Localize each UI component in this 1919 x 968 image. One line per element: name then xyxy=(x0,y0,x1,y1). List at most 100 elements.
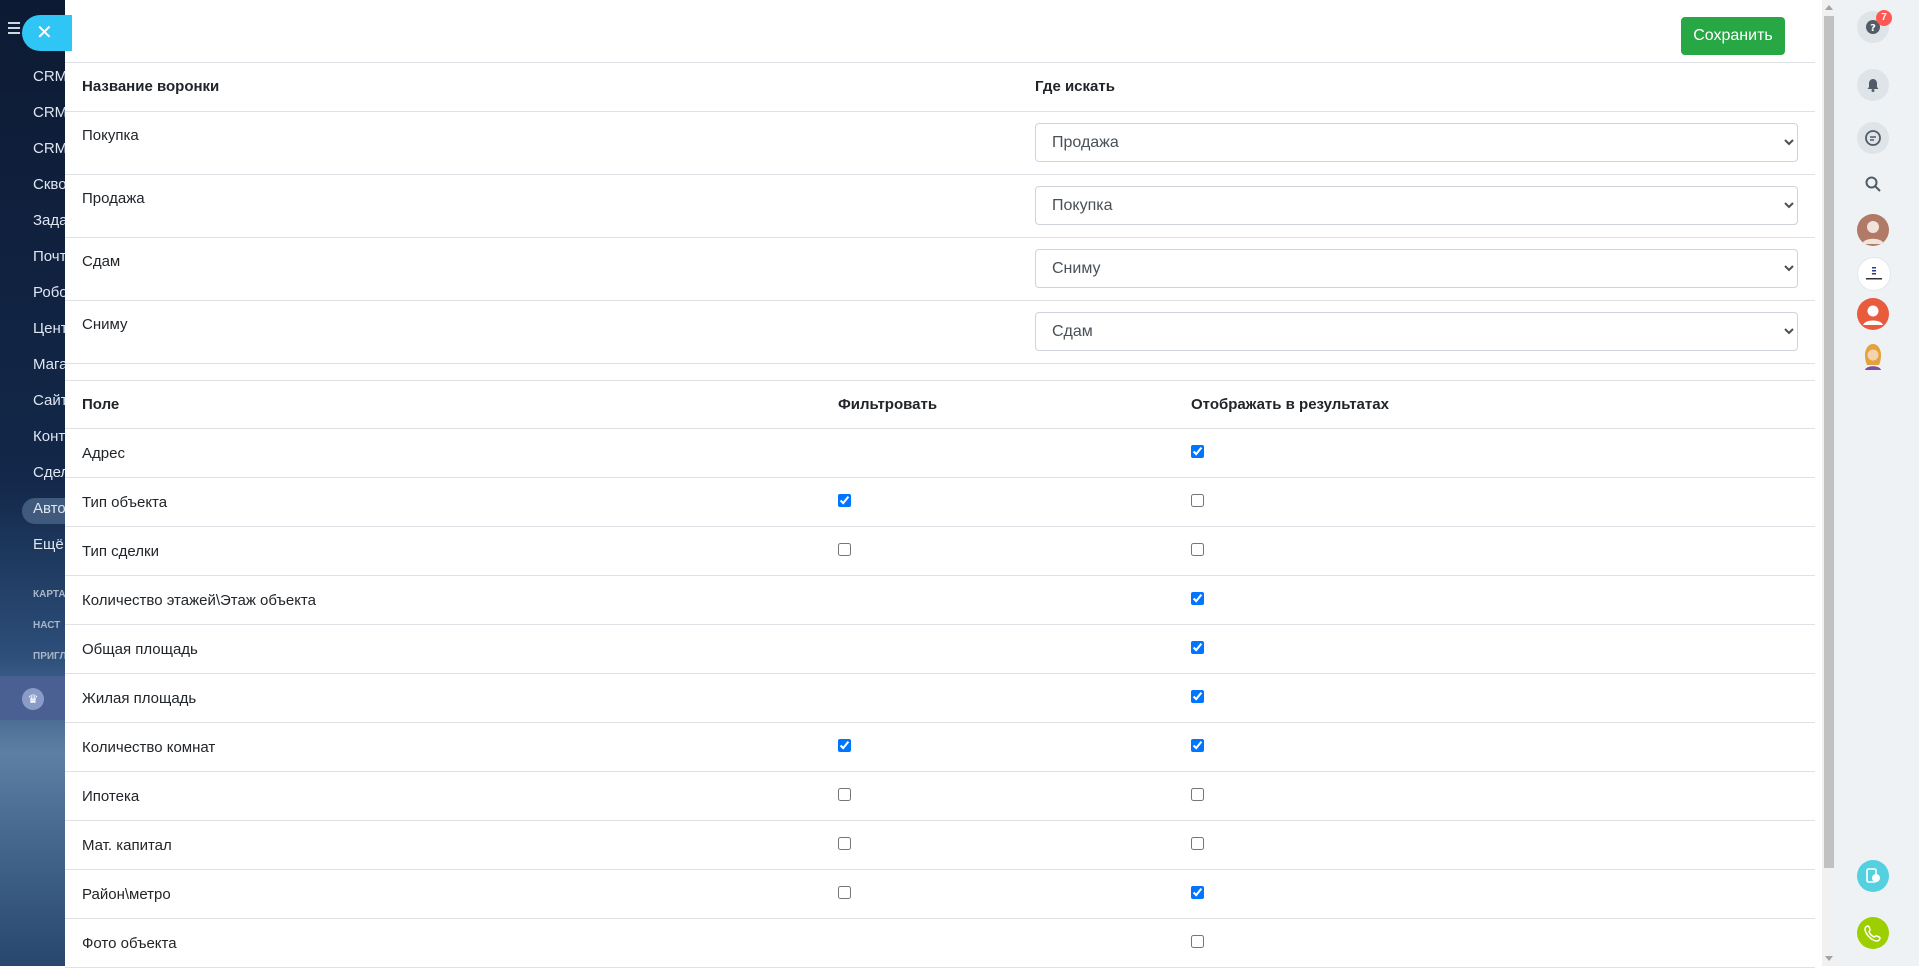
scrollbar-thumb[interactable] xyxy=(1824,16,1834,868)
field-name: Мат. капитал xyxy=(65,820,821,870)
display-checkbox[interactable] xyxy=(1191,689,1204,703)
table-row: Сниму Сдам xyxy=(65,300,1815,364)
sidebar-item[interactable]: CRM xyxy=(33,68,67,85)
filter-checkbox[interactable] xyxy=(838,787,851,801)
display-checkbox[interactable] xyxy=(1191,787,1204,801)
sidebar-small-item[interactable]: ПРИГЛ xyxy=(33,651,66,662)
search-icon[interactable] xyxy=(1857,168,1889,200)
sidebar-item[interactable]: Робо xyxy=(33,284,68,301)
display-cell xyxy=(1174,575,1815,625)
display-cell xyxy=(1174,428,1815,478)
close-slider-button[interactable]: ✕ xyxy=(22,15,72,51)
table-row: Адрес xyxy=(65,428,1815,478)
field-name: Жилая площадь xyxy=(65,673,821,723)
chat-icon[interactable] xyxy=(1857,122,1889,154)
sidebar-item[interactable]: Зада xyxy=(33,212,68,229)
avatar[interactable] xyxy=(1857,214,1889,246)
field-name: Тип сделки xyxy=(65,526,821,576)
where-select[interactable]: Сдам xyxy=(1035,311,1798,351)
display-checkbox[interactable] xyxy=(1191,640,1204,654)
column-header-field: Поле xyxy=(65,380,821,429)
vertical-scrollbar[interactable] xyxy=(1822,0,1836,966)
sidebar-item[interactable]: Сайт xyxy=(33,392,68,409)
display-checkbox[interactable] xyxy=(1191,542,1204,556)
column-header-where: Где искать xyxy=(1018,63,1815,112)
column-header-filter: Фильтровать xyxy=(821,380,1174,429)
table-row: Покупка Продажа xyxy=(65,111,1815,175)
sidebar-item[interactable]: Конт xyxy=(33,428,65,445)
filter-checkbox[interactable] xyxy=(838,542,851,556)
display-cell xyxy=(1174,673,1815,723)
display-cell xyxy=(1174,820,1815,870)
sidebar-item[interactable]: Цент xyxy=(33,320,68,337)
sidebar-item[interactable]: CRM xyxy=(33,104,67,121)
bell-icon[interactable] xyxy=(1857,69,1889,101)
scroll-up-arrow-icon[interactable] xyxy=(1825,5,1833,10)
sidebar-item[interactable]: Почт xyxy=(33,248,66,265)
table-row: Фото объекта xyxy=(65,918,1815,968)
notification-badge: 7 xyxy=(1876,10,1892,26)
company-logo[interactable] xyxy=(1857,257,1891,291)
sidebar-item[interactable]: Мага xyxy=(33,356,68,373)
sidebar-item[interactable]: Ещё xyxy=(33,536,64,553)
filter-checkbox[interactable] xyxy=(838,493,851,507)
funnel-name: Покупка xyxy=(65,111,1018,175)
user-icon[interactable] xyxy=(1857,298,1889,330)
display-checkbox[interactable] xyxy=(1191,738,1204,752)
sidebar-item[interactable]: Сдел xyxy=(33,464,69,481)
filter-checkbox[interactable] xyxy=(838,738,851,752)
panel-toolbar: Сохранить xyxy=(65,0,1815,63)
scroll-down-arrow-icon[interactable] xyxy=(1825,956,1833,961)
display-checkbox[interactable] xyxy=(1191,444,1204,458)
hamburger-menu-icon[interactable] xyxy=(8,22,20,34)
table-row: Количество этажей\Этаж объекта xyxy=(65,575,1815,625)
display-checkbox[interactable] xyxy=(1191,493,1204,507)
display-checkbox[interactable] xyxy=(1191,591,1204,605)
where-select[interactable]: Продажа xyxy=(1035,122,1798,162)
display-checkbox[interactable] xyxy=(1191,934,1204,948)
field-name: Общая площадь xyxy=(65,624,821,674)
crown-icon: ♛ xyxy=(22,688,44,710)
column-header-funnel-name: Название воронки xyxy=(65,63,1018,112)
field-name: Ипотека xyxy=(65,771,821,821)
table-row: Ипотека xyxy=(65,771,1815,821)
fields-table: Поле Фильтровать Отображать в результата… xyxy=(65,380,1815,968)
phone-icon[interactable] xyxy=(1857,917,1889,949)
display-checkbox[interactable] xyxy=(1191,885,1204,899)
filter-cell xyxy=(821,477,1174,527)
funnel-name: Сдам xyxy=(65,237,1018,301)
filter-checkbox[interactable] xyxy=(838,885,851,899)
avatar[interactable] xyxy=(1857,340,1889,372)
column-header-display: Отображать в результатах xyxy=(1174,380,1815,429)
sidebar-item[interactable]: Авто xyxy=(33,500,66,517)
where-select[interactable]: Покупка xyxy=(1035,185,1798,225)
save-button[interactable]: Сохранить xyxy=(1681,17,1785,55)
sidebar-small-item[interactable]: НАСТ xyxy=(33,620,60,631)
display-checkbox[interactable] xyxy=(1191,836,1204,850)
filter-cell xyxy=(821,869,1174,919)
sidebar-small-item[interactable]: КАРТА xyxy=(33,589,66,600)
table-row: Жилая площадь xyxy=(65,673,1815,723)
table-row: Сдам Сниму xyxy=(65,237,1815,301)
where-cell: Покупка xyxy=(1018,174,1815,238)
messenger-icon[interactable] xyxy=(1857,860,1889,892)
filter-cell xyxy=(821,771,1174,821)
display-cell xyxy=(1174,526,1815,576)
display-cell xyxy=(1174,918,1815,968)
field-name: Адрес xyxy=(65,428,821,478)
display-cell xyxy=(1174,624,1815,674)
table-header-row: Название воронки Где искать xyxy=(65,63,1815,112)
svg-text:?: ? xyxy=(1870,23,1876,34)
funnels-table: Название воронки Где искать Покупка Прода… xyxy=(65,63,1815,364)
filter-cell xyxy=(821,722,1174,772)
sidebar-item[interactable]: Скво xyxy=(33,176,67,193)
field-name: Количество этажей\Этаж объекта xyxy=(65,575,821,625)
filter-cell xyxy=(821,526,1174,576)
table-row: Тип объекта xyxy=(65,477,1815,527)
sidebar-item[interactable]: CRM xyxy=(33,140,67,157)
where-select[interactable]: Сниму xyxy=(1035,248,1798,288)
funnel-name: Продажа xyxy=(65,174,1018,238)
where-cell: Сдам xyxy=(1018,300,1815,364)
display-cell xyxy=(1174,477,1815,527)
filter-checkbox[interactable] xyxy=(838,836,851,850)
